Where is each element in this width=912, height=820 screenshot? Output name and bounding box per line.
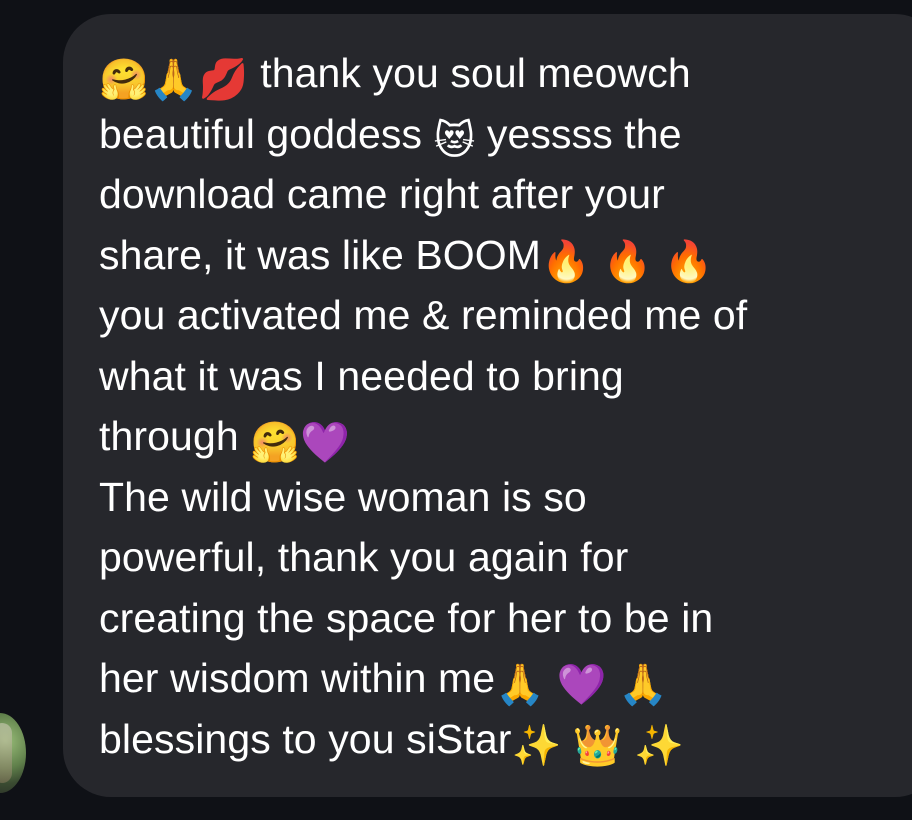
message-text-segment: through <box>99 413 251 459</box>
emoji-icon: 😻 <box>433 117 476 164</box>
message-line: her wisdom within me🙏 💜 🙏 <box>99 648 899 709</box>
message-text-segment: her wisdom within me <box>99 655 496 701</box>
message-line: share, it was like BOOM🔥 🔥 🔥 <box>99 225 899 286</box>
message-text-segment: yessss the <box>475 110 682 157</box>
message-text-segment: you activated me & reminded me of <box>99 292 748 338</box>
emoji-icon: 🔥 <box>663 238 714 285</box>
emoji-icon: 🤗 <box>99 57 149 103</box>
message-line: blessings to you siStar✨ 👑 ✨ <box>99 709 899 770</box>
message-text-segment: share, it was like BOOM <box>99 231 542 278</box>
message-line: 🤗🙏💋 thank you soul meowch <box>99 43 899 104</box>
message-text-segment <box>607 655 619 701</box>
message-line: beautiful goddess 😻 yessss the <box>99 104 899 165</box>
message-text-segment: blessings to you siStar <box>99 715 512 762</box>
message-line: what it was I needed to bring <box>99 346 899 407</box>
message-text-segment <box>561 716 573 762</box>
message-text-segment: what it was I needed to bring <box>99 352 624 399</box>
emoji-icon: 🙏 <box>618 662 668 708</box>
emoji-icon: 💜 <box>300 420 351 466</box>
message-text-segment: powerful, thank you again for <box>99 534 629 580</box>
emoji-icon: 💜 <box>556 662 607 708</box>
sender-avatar[interactable] <box>0 713 26 793</box>
emoji-icon: 🙏 <box>495 662 546 708</box>
message-text-segment <box>591 232 603 278</box>
message-text-segment: download came right after your <box>99 171 665 217</box>
message-line: through 🤗💜 <box>99 406 899 467</box>
message-line: powerful, thank you again for <box>99 527 899 588</box>
message-line: download came right after your <box>99 164 899 225</box>
message-line: The wild wise woman is so <box>99 467 899 528</box>
emoji-icon: ✨ <box>634 722 685 769</box>
emoji-icon: 🔥 <box>541 238 591 285</box>
message-text-segment: beautiful goddess <box>99 110 434 157</box>
message-text-segment: thank you soul meowch <box>248 50 691 96</box>
emoji-icon: 👑 <box>572 722 623 769</box>
message-text-segment: creating the space for her to be in <box>99 594 714 641</box>
message-line: creating the space for her to be in <box>99 588 899 649</box>
chat-screen: 🤗🙏💋 thank you soul meowch beautiful godde… <box>0 0 912 820</box>
message-line: you activated me & reminded me of <box>99 285 899 346</box>
emoji-icon: 🔥 <box>602 238 653 285</box>
message-text: 🤗🙏💋 thank you soul meowch beautiful godde… <box>99 43 899 769</box>
message-text-segment: The wild wise woman is so <box>99 473 587 520</box>
message-text-segment <box>623 716 635 762</box>
message-text-segment <box>545 655 557 701</box>
emoji-icon: 💋 <box>198 57 249 103</box>
emoji-icon: 🙏 <box>148 57 199 103</box>
emoji-icon: 🤗 <box>250 420 301 466</box>
message-text-segment <box>652 232 664 278</box>
emoji-icon: ✨ <box>511 722 562 769</box>
